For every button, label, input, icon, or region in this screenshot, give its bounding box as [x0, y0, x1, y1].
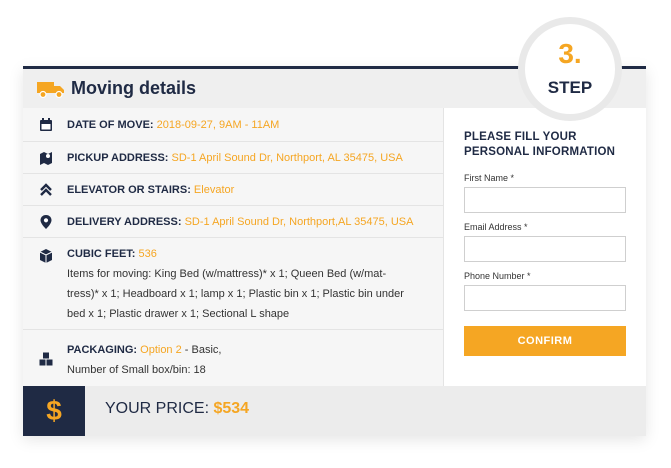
- personal-info-form: PLEASE FILL YOUR PERSONAL INFORMATION Fi…: [443, 108, 646, 386]
- price-text: YOUR PRICE: $534: [105, 400, 249, 418]
- list-item-delivery: DELIVERY ADDRESS: SD-1 April Sound Dr, N…: [23, 206, 443, 238]
- list-item-date: DATE OF MOVE: 2018-09-27, 9AM - 11AM: [23, 108, 443, 142]
- items-line-2: tress)* x 1; Headboard x 1; lamp x 1; Pl…: [67, 288, 404, 300]
- dollar-icon: $: [46, 395, 62, 426]
- details-list: DATE OF MOVE: 2018-09-27, 9AM - 11AM PIC…: [23, 108, 443, 386]
- packaging-line-2: Number of Small box/bin: 18: [67, 364, 206, 376]
- cubic-value: 536: [138, 248, 157, 260]
- page-title: Moving details: [71, 78, 197, 98]
- moving-details-card: Moving details DATE OF MOVE: 2018-09-27,…: [23, 66, 646, 436]
- step-number: 3.: [558, 38, 582, 69]
- first-name-input[interactable]: [464, 187, 626, 213]
- form-heading-line-1: PLEASE FILL YOUR: [464, 131, 577, 143]
- elevator-label: ELEVATOR OR STAIRS:: [67, 184, 191, 196]
- date-text: DATE OF MOVE: 2018-09-27, 9AM - 11AM: [67, 115, 279, 135]
- confirm-button[interactable]: CONFIRM: [464, 326, 626, 356]
- list-item-pickup: PICKUP ADDRESS: SD-1 April Sound Dr, Nor…: [23, 142, 443, 174]
- date-value: 2018-09-27, 9AM - 11AM: [156, 119, 280, 131]
- list-item-elevator: ELEVATOR OR STAIRS: Elevator: [23, 174, 443, 206]
- cubic-label: CUBIC FEET:: [67, 248, 136, 260]
- pickup-text: PICKUP ADDRESS: SD-1 April Sound Dr, Nor…: [67, 148, 403, 168]
- list-item-cubic: CUBIC FEET: 536 Items for moving: King B…: [23, 238, 443, 330]
- price-footer: $ YOUR PRICE: $534: [23, 386, 646, 436]
- map-icon: [40, 152, 52, 165]
- elevator-value: Elevator: [193, 184, 235, 196]
- boxes-icon: [39, 352, 53, 366]
- price-label: YOUR PRICE:: [105, 400, 214, 417]
- form-heading: PLEASE FILL YOUR PERSONAL INFORMATION: [464, 130, 615, 160]
- email-label: Email Address *: [464, 222, 528, 232]
- items-line-1: Items for moving: King Bed (w/mattress)*…: [67, 268, 387, 280]
- delivery-text: DELIVERY ADDRESS: SD-1 April Sound Dr, N…: [67, 212, 413, 232]
- first-name-label: First Name *: [464, 173, 515, 183]
- dollar-icon-box: $: [23, 386, 85, 436]
- truck-icon: [37, 82, 64, 98]
- phone-input[interactable]: [464, 285, 626, 311]
- email-input[interactable]: [464, 236, 626, 262]
- pickup-value: SD-1 April Sound Dr, Northport, AL 35475…: [171, 152, 403, 164]
- price-value: $534: [213, 400, 250, 417]
- elevator-text: ELEVATOR OR STAIRS: Elevator: [67, 180, 234, 200]
- step-badge: 3. STEP: [518, 17, 622, 121]
- delivery-value: SD-1 April Sound Dr, Northport,AL 35475,…: [184, 216, 414, 228]
- pickup-label: PICKUP ADDRESS:: [67, 152, 169, 164]
- cubic-text: CUBIC FEET: 536 Items for moving: King B…: [67, 244, 404, 324]
- packaging-value: Option 2: [140, 344, 182, 356]
- calendar-icon: [40, 118, 52, 131]
- packaging-suffix: - Basic,: [181, 344, 222, 356]
- list-item-packaging: PACKAGING: Option 2 - Basic, Number of S…: [23, 330, 443, 386]
- form-heading-line-2: PERSONAL INFORMATION: [464, 146, 616, 158]
- items-line-3: bed x 1; Plastic drawer x 1; Sectional L…: [67, 308, 290, 320]
- delivery-label: DELIVERY ADDRESS:: [67, 216, 182, 228]
- date-label: DATE OF MOVE:: [67, 119, 154, 131]
- packaging-text: PACKAGING: Option 2 - Basic, Number of S…: [67, 340, 221, 380]
- box-icon: [39, 249, 53, 263]
- location-pin-icon: [40, 215, 52, 229]
- chevrons-up-icon: [40, 183, 52, 196]
- step-label: STEP: [547, 78, 593, 97]
- packaging-label: PACKAGING:: [67, 344, 138, 356]
- phone-label: Phone Number *: [464, 271, 531, 281]
